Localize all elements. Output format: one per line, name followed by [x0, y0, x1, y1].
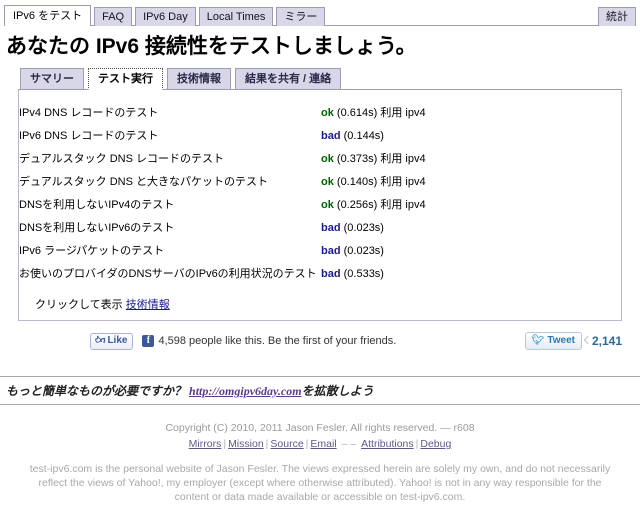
test-label: IPv4 DNS レコードのテスト [19, 106, 159, 119]
test-duration: (0.023s) [340, 244, 384, 257]
table-row: お使いのプロバイダのDNSサーバのIPv6の利用状況のテスト bad (0.533… [19, 261, 621, 284]
table-row: IPv6 ラージパケットのテスト bad (0.023s) [19, 238, 621, 261]
facebook-like-button[interactable]: 👍︎ Like [90, 332, 134, 350]
test-label: お使いのプロバイダのDNSサーバのIPv6の利用状況のテスト [19, 267, 317, 280]
sub-tab-1[interactable]: テスト実行 [88, 68, 163, 90]
status-badge: bad [321, 244, 341, 257]
protocol-used: 利用 ipv4 [377, 152, 426, 165]
twitter-bird-icon: 🐦︎ [531, 335, 545, 346]
page-root: IPv6 をテスト FAQ IPv6 Day Local Times ミラー 統計 あな… [0, 3, 640, 531]
test-duration: (0.256s) [333, 198, 378, 211]
results-table: IPv4 DNS レコードのテスト ok (0.614s) 利用 ipv4 IPv6… [19, 100, 621, 284]
copyright-text: Copyright (C) 2010, 2011 Jason Fesler. A… [165, 422, 475, 434]
table-row: IPv6 DNS レコードのテスト bad (0.144s) [19, 123, 621, 146]
footer-links: Mirrors | Mission | Source | Email – – Attribu… [0, 437, 640, 452]
sub-tab-0[interactable]: サマリー [20, 68, 84, 90]
tweet-group: 🐦︎ Tweet 2,141 [524, 332, 622, 350]
test-result: bad (0.144s) [321, 123, 621, 146]
main-panel: サマリー テスト実行 技術情報 結果を共有 / 連絡 IPv4 DNS レコードのテス… [18, 67, 622, 321]
test-label: DNSを利用しないIPv4のテスト [19, 198, 175, 211]
top-tab-list: IPv6 をテスト FAQ IPv6 Day Local Times ミラー [4, 4, 598, 26]
test-label: デュアルスタック DNS と大きなパケットのテスト [19, 175, 269, 188]
test-result: ok (0.140s) 利用 ipv4 [321, 169, 621, 192]
status-badge: bad [321, 129, 341, 142]
click-to-show-label: クリックして表示 [35, 299, 123, 311]
status-badge: ok [321, 175, 334, 188]
test-label: IPv6 ラージパケットのテスト [19, 244, 165, 257]
sub-tab-3[interactable]: 結果を共有 / 連絡 [235, 68, 342, 90]
promo-link[interactable]: http://omgipv6day.com [189, 384, 302, 398]
table-row: IPv4 DNS レコードのテスト ok (0.614s) 利用 ipv4 [19, 100, 621, 123]
results-panel: IPv4 DNS レコードのテスト ok (0.614s) 利用 ipv4 IPv6… [18, 89, 622, 321]
status-badge: ok [321, 198, 334, 211]
table-row: デュアルスタック DNS レコードのテスト ok (0.373s) 利用 ipv4 [19, 146, 621, 169]
test-result: ok (0.256s) 利用 ipv4 [321, 192, 621, 215]
technical-info-link[interactable]: 技術情報 [126, 299, 170, 311]
footer-separator: | [265, 438, 269, 450]
test-label: DNSを利用しないIPv6のテスト [19, 221, 175, 234]
test-result: bad (0.023s) [321, 215, 621, 238]
tab-statistics[interactable]: 統計 [598, 7, 636, 26]
footer-separator: – – [338, 438, 360, 450]
test-duration: (0.023s) [340, 221, 384, 234]
promo-strip: もっと簡単なものが必要ですか？ http://omgipv6day.comを拡散… [0, 377, 640, 405]
page-title: あなたの IPv6 接続性をテストしましょう。 [6, 35, 417, 58]
footer: Copyright (C) 2010, 2011 Jason Fesler. A… [0, 421, 640, 504]
table-row: DNSを利用しないIPv6のテスト bad (0.023s) [19, 215, 621, 238]
facebook-icon: f [142, 335, 155, 347]
table-row: デュアルスタック DNS と大きなパケットのテスト ok (0.140s) 利用 … [19, 169, 621, 192]
tweet-button[interactable]: 🐦︎ Tweet [524, 332, 582, 350]
status-badge: bad [321, 221, 341, 234]
promo-prefix: もっと簡単なものが必要ですか？ [6, 384, 190, 398]
test-result: bad (0.023s) [321, 238, 621, 261]
footer-link-debug[interactable]: Debug [420, 438, 451, 450]
footer-link-source[interactable]: Source [270, 438, 303, 450]
footer-link-email[interactable]: Email [310, 438, 336, 450]
thumbs-up-icon: 👍︎ [95, 334, 106, 346]
promo-suffix: を拡散しよう [301, 384, 374, 398]
footer-separator: | [223, 438, 227, 450]
footer-separator: | [305, 438, 309, 450]
test-duration: (0.140s) [333, 175, 378, 188]
protocol-used: 利用 ipv4 [377, 198, 426, 211]
facebook-like-label: Like [107, 334, 128, 346]
top-tab-3[interactable]: Local Times [198, 7, 274, 26]
footer-link-mission[interactable]: Mission [228, 438, 264, 450]
footer-separator: | [415, 438, 419, 450]
footer-link-attributions[interactable]: Attributions [361, 438, 414, 450]
sub-tab-2[interactable]: 技術情報 [167, 68, 231, 90]
top-tab-1[interactable]: FAQ [94, 7, 133, 26]
technical-info-row: クリックして表示 技術情報 [19, 284, 621, 314]
top-tab-4[interactable]: ミラー [276, 7, 326, 26]
facebook-like-count-text: 4,598 people like this. Be the first of … [158, 335, 397, 347]
status-badge: ok [321, 152, 334, 165]
protocol-used: 利用 ipv4 [377, 175, 426, 188]
protocol-used: 利用 ipv4 [377, 106, 426, 119]
tweet-count[interactable]: 2,141 [586, 334, 622, 348]
test-result: ok (0.614s) 利用 ipv4 [321, 100, 621, 123]
test-duration: (0.144s) [340, 129, 384, 142]
test-result: ok (0.373s) 利用 ipv4 [321, 146, 621, 169]
test-label: IPv6 DNS レコードのテスト [19, 129, 159, 142]
social-bar: 👍︎ Like f 4,598 people like this. Be the… [18, 332, 622, 350]
test-duration: (0.533s) [340, 267, 384, 280]
table-row: DNSを利用しないIPv4のテスト ok (0.256s) 利用 ipv4 [19, 192, 621, 215]
sub-tab-list: サマリー テスト実行 技術情報 結果を共有 / 連絡 [18, 67, 622, 90]
top-tab-2[interactable]: IPv6 Day [135, 7, 196, 26]
top-tab-0[interactable]: IPv6 をテスト [4, 5, 92, 26]
status-badge: ok [321, 106, 334, 119]
tweet-label: Tweet [547, 335, 575, 346]
test-duration: (0.373s) [333, 152, 378, 165]
test-label: デュアルスタック DNS レコードのテスト [19, 152, 225, 165]
top-tab-bar: IPv6 をテスト FAQ IPv6 Day Local Times ミラー 統計 [4, 3, 636, 26]
test-duration: (0.614s) [333, 106, 378, 119]
status-badge: bad [321, 267, 341, 280]
footer-link-mirrors[interactable]: Mirrors [189, 438, 222, 450]
test-result: bad (0.533s) [321, 261, 621, 284]
disclaimer-text: test-ipv6.com is the personal website of… [29, 463, 611, 503]
